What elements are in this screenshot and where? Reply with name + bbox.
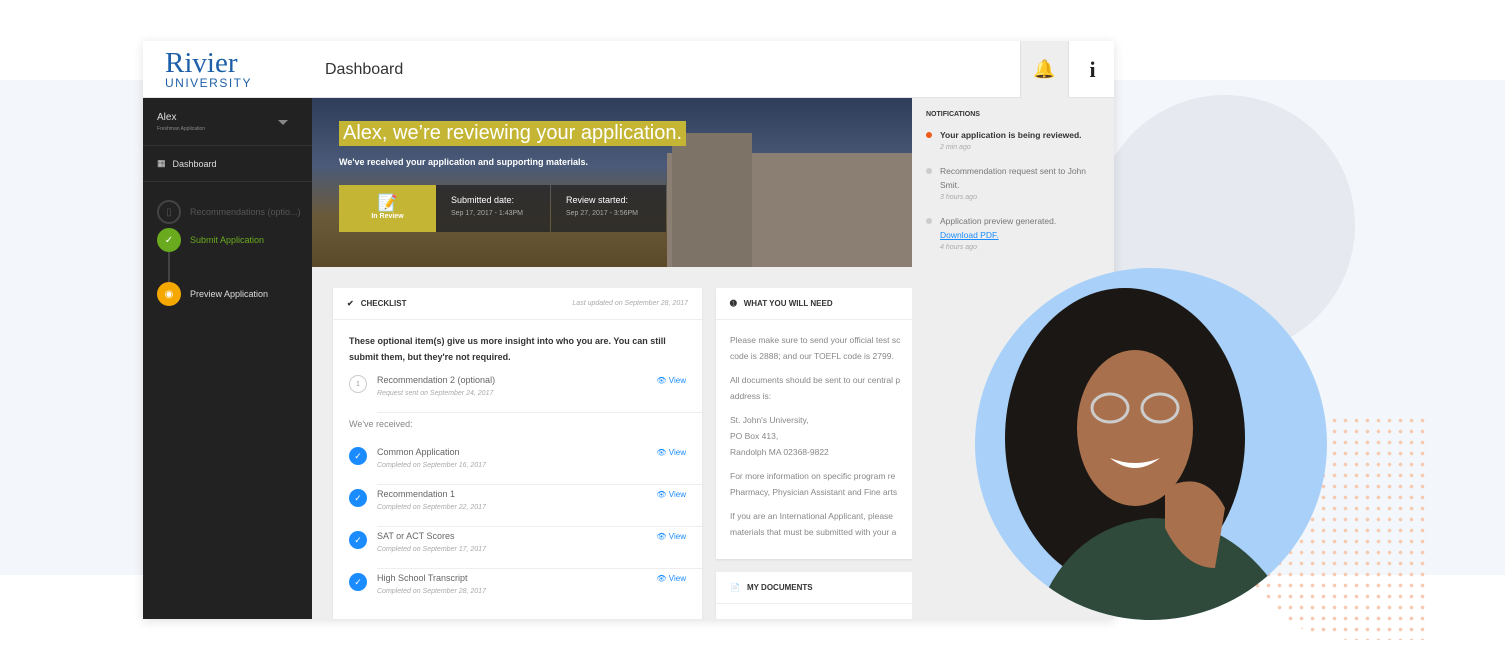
received-label: We've received: (349, 419, 413, 429)
check-circle-icon: ✓ (349, 447, 367, 465)
item-date: Completed on September 17, 2017 (377, 546, 486, 553)
document-edit-icon: 📝 (377, 195, 398, 212)
check-circle-icon: ✓ (349, 489, 367, 507)
app-window: Rivier UNIVERSITY Dashboard 🔔 i Alex Fres… (143, 41, 1114, 619)
notification-item: Application preview generated. Download P… (926, 214, 1100, 254)
card-title: MY DOCUMENTS (746, 583, 813, 592)
item-title: Common Application (377, 447, 460, 457)
item-title: Recommendation 1 (377, 489, 456, 499)
hero-subtitle: We've received your application and supp… (339, 157, 589, 167)
view-link[interactable]: 👁 View (656, 448, 686, 457)
item-title: Recommendation 2 (optional) (377, 375, 496, 385)
unread-dot-icon (926, 132, 932, 138)
need-text: Please make sure to send your official t… (730, 335, 901, 537)
grid-icon: ▦ (157, 158, 166, 168)
list-item: ✓ High School Transcript Completed on Sept… (349, 569, 702, 611)
item-date: Completed on September 22, 2017 (377, 504, 486, 511)
submitted-value: Sep 17, 2017 - 1:43PM (451, 210, 523, 217)
notification-item: Your application is being reviewed. 2 min… (926, 128, 1100, 154)
submitted-date: Submitted date: Sep 17, 2017 - 1:43PM (436, 185, 550, 232)
step-preview[interactable]: ◉ Preview Application (157, 282, 268, 306)
step-recommendations[interactable]: ▯ Recommendations (optio...) (157, 200, 301, 224)
caret-down-icon (278, 120, 288, 130)
dot-icon (926, 218, 932, 224)
what-you-need-card: ➊ WHAT YOU WILL NEED Please make sure to … (716, 288, 912, 559)
hero-banner: Alex, we’re reviewing your application. … (312, 98, 912, 267)
tower-image (672, 133, 752, 267)
sidebar-item-dashboard[interactable]: ▦ Dashboard (143, 146, 312, 182)
number-icon: 1 (349, 375, 367, 393)
eye-icon: ◉ (157, 282, 181, 306)
last-updated: Last updated on September 28, 2017 (572, 300, 688, 307)
user-menu[interactable]: Alex Freshman Application (143, 98, 312, 146)
download-pdf-link[interactable]: Download PDF. (940, 230, 999, 240)
item-date: Completed on September 28, 2017 (377, 588, 486, 595)
list-item: ✓ Recommendation 1 Completed on September … (349, 485, 702, 527)
step-submit[interactable]: ✓ Submit Application (157, 228, 264, 252)
view-link[interactable]: 👁 View (656, 490, 686, 499)
status-badge: 📝 In Review (339, 185, 436, 232)
notification-item: Recommendation request sent to John Smit… (926, 164, 1100, 204)
check-icon: ✔ (347, 299, 354, 308)
status-label: In Review (371, 213, 404, 220)
user-sub: Freshman Application (157, 126, 206, 132)
my-documents-card: 📄 MY DOCUMENTS (716, 572, 912, 619)
step-label: Preview Application (190, 289, 269, 299)
checklist-intro: These optional item(s) give us more insi… (349, 336, 666, 362)
review-started: Review started: Sep 27, 2017 - 3:56PM (551, 185, 666, 232)
step-label: Recommendations (optio...) (190, 207, 301, 217)
dot-icon (926, 168, 932, 174)
bell-icon[interactable]: 🔔 (1020, 41, 1068, 98)
item-date: Request sent on September 24, 2017 (377, 390, 494, 397)
logo-sub: UNIVERSITY (165, 76, 253, 90)
file-icon: 📄 (730, 583, 740, 592)
item-date: Completed on September 16, 2017 (377, 462, 486, 469)
card-title: WHAT YOU WILL NEED (743, 299, 833, 308)
check-icon: ✓ (157, 228, 181, 252)
list-item: ✓ Common Application Completed on Septembe… (349, 443, 702, 485)
step-label: Submit Application (190, 235, 265, 245)
user-name: Alex (157, 112, 177, 123)
header: Rivier UNIVERSITY Dashboard 🔔 i (143, 41, 1114, 98)
submitted-label: Submitted date: (451, 195, 515, 205)
checklist-card: ✔ CHECKLIST Last updated on September 28, … (333, 288, 702, 619)
sidebar: Alex Freshman Application ▦ Dashboard ▯ Re… (143, 98, 312, 619)
student-photo (975, 268, 1327, 620)
hero-headline: Alex, we’re reviewing your application. (339, 121, 687, 146)
list-item: 1 Recommendation 2 (optional) Request sent… (349, 371, 702, 413)
check-circle-icon: ✓ (349, 531, 367, 549)
page-title: Dashboard (325, 61, 404, 78)
info-icon[interactable]: i (1068, 41, 1114, 98)
review-label: Review started: (566, 195, 629, 205)
item-title: SAT or ACT Scores (377, 531, 455, 541)
list-item: ✓ SAT or ACT Scores Completed on September… (349, 527, 702, 569)
card-title: CHECKLIST (360, 299, 407, 308)
nav-label: Dashboard (172, 158, 217, 169)
view-link[interactable]: 👁 View (656, 532, 686, 541)
review-value: Sep 27, 2017 - 3:56PM (566, 210, 638, 217)
logo-name: Rivier (165, 47, 238, 79)
view-link[interactable]: 👁 View (656, 376, 686, 385)
view-link[interactable]: 👁 View (656, 574, 686, 583)
logo[interactable]: Rivier UNIVERSITY (165, 47, 253, 90)
item-title: High School Transcript (377, 573, 468, 583)
document-icon: ▯ (157, 200, 181, 224)
check-circle-icon: ✓ (349, 573, 367, 591)
info-circle-icon: ➊ (730, 299, 737, 308)
notifications-title: NOTIFICATIONS (926, 111, 980, 118)
